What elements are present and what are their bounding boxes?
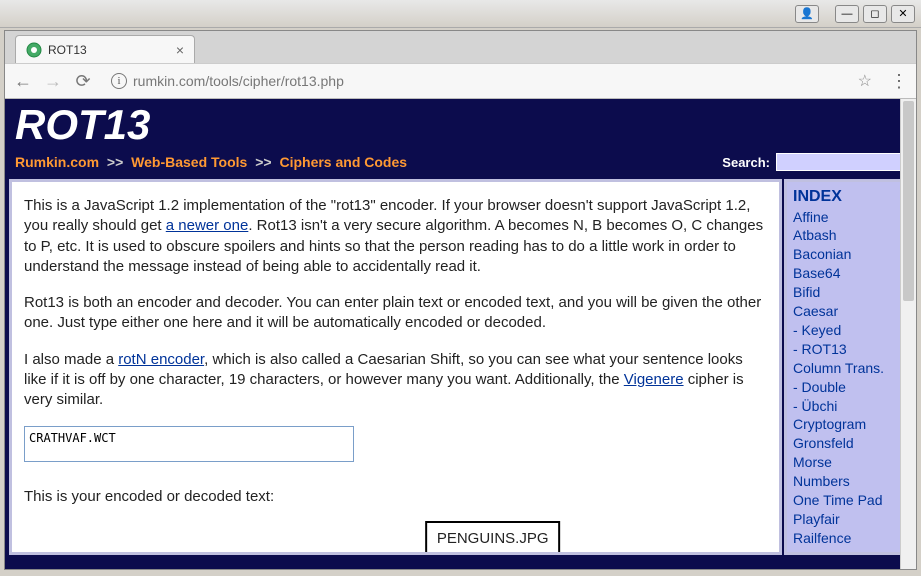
cipher-input[interactable] [24, 426, 354, 462]
rotn-link[interactable]: rotN encoder [118, 351, 204, 368]
sidebar-item[interactable]: Bifid [793, 283, 903, 302]
page-viewport: ROT13 Rumkin.com >> Web-Based Tools >> C… [5, 99, 916, 569]
browser-window: ROT13 × ← → ⟳ i rumkin.com/tools/cipher/… [4, 30, 917, 570]
close-window-button[interactable]: ✕ [891, 5, 915, 23]
page-title: ROT13 [15, 99, 906, 149]
sidebar-item[interactable]: Baconian [793, 245, 903, 264]
sidebar-item[interactable]: Morse [793, 453, 903, 472]
usage-paragraph: Rot13 is both an encoder and decoder. Yo… [24, 293, 767, 334]
search-input[interactable] [776, 153, 906, 171]
sidebar-item[interactable]: - Double [793, 378, 903, 397]
user-button[interactable]: 👤 [795, 5, 819, 23]
breadcrumb-tools[interactable]: Web-Based Tools [131, 154, 247, 170]
page-scrollbar[interactable] [900, 99, 916, 569]
sidebar-item[interactable]: Gronsfeld [793, 434, 903, 453]
related-paragraph: I also made a rotN encoder, which is als… [24, 350, 767, 411]
cipher-output: PENGUINS.JPG [425, 521, 561, 555]
sidebar-item[interactable]: - Übchi [793, 397, 903, 416]
sidebar-item[interactable]: Caesar [793, 302, 903, 321]
minimize-button[interactable]: — [835, 5, 859, 23]
tab-strip: ROT13 × [5, 31, 916, 63]
sidebar-title: INDEX [793, 186, 903, 208]
bookmark-icon[interactable]: ☆ [858, 71, 872, 91]
search-area: Search: [722, 153, 906, 171]
browser-tab[interactable]: ROT13 × [15, 35, 195, 63]
vigenere-link[interactable]: Vigenere [624, 371, 684, 388]
sidebar-index: INDEX AffineAtbashBaconianBase64BifidCae… [784, 179, 912, 555]
sidebar-item[interactable]: Affine [793, 208, 903, 227]
forward-button[interactable]: → [43, 71, 63, 92]
maximize-button[interactable]: ◻ [863, 5, 887, 23]
tab-title: ROT13 [48, 43, 170, 57]
address-bar[interactable]: i rumkin.com/tools/cipher/rot13.php [103, 68, 848, 94]
sidebar-item[interactable]: Numbers [793, 472, 903, 491]
sidebar-item[interactable]: Column Trans. [793, 359, 903, 378]
sidebar-item[interactable]: Atbash [793, 226, 903, 245]
sidebar-item[interactable]: Railfence [793, 529, 903, 548]
url-text: rumkin.com/tools/cipher/rot13.php [133, 73, 344, 89]
tab-close-icon[interactable]: × [176, 42, 184, 58]
scrollbar-thumb[interactable] [903, 101, 914, 301]
sidebar-item[interactable]: Cryptogram [793, 415, 903, 434]
sidebar-item[interactable]: One Time Pad [793, 491, 903, 510]
site-info-icon[interactable]: i [111, 73, 127, 89]
sidebar-item[interactable]: Base64 [793, 264, 903, 283]
sidebar-item[interactable]: Rotate [793, 548, 903, 555]
sidebar-item[interactable]: Playfair [793, 510, 903, 529]
page-body: ROT13 Rumkin.com >> Web-Based Tools >> C… [5, 99, 916, 569]
main-content: This is a JavaScript 1.2 implementation … [9, 179, 782, 555]
sidebar-item[interactable]: - ROT13 [793, 340, 903, 359]
window-titlebar: 👤 — ◻ ✕ [0, 0, 921, 28]
toolbar: ← → ⟳ i rumkin.com/tools/cipher/rot13.ph… [5, 63, 916, 99]
search-label: Search: [722, 155, 770, 170]
sidebar-item[interactable]: - Keyed [793, 321, 903, 340]
reload-button[interactable]: ⟳ [73, 71, 93, 92]
intro-paragraph: This is a JavaScript 1.2 implementation … [24, 196, 767, 277]
output-label: This is your encoded or decoded text: [24, 487, 767, 507]
browser-menu-icon[interactable]: ⋮ [890, 71, 908, 92]
favicon-icon [26, 42, 42, 58]
breadcrumb: Rumkin.com >> Web-Based Tools >> Ciphers… [15, 154, 407, 170]
breadcrumb-home[interactable]: Rumkin.com [15, 154, 99, 170]
newer-browser-link[interactable]: a newer one [166, 217, 249, 234]
back-button[interactable]: ← [13, 71, 33, 92]
breadcrumb-ciphers[interactable]: Ciphers and Codes [279, 154, 407, 170]
